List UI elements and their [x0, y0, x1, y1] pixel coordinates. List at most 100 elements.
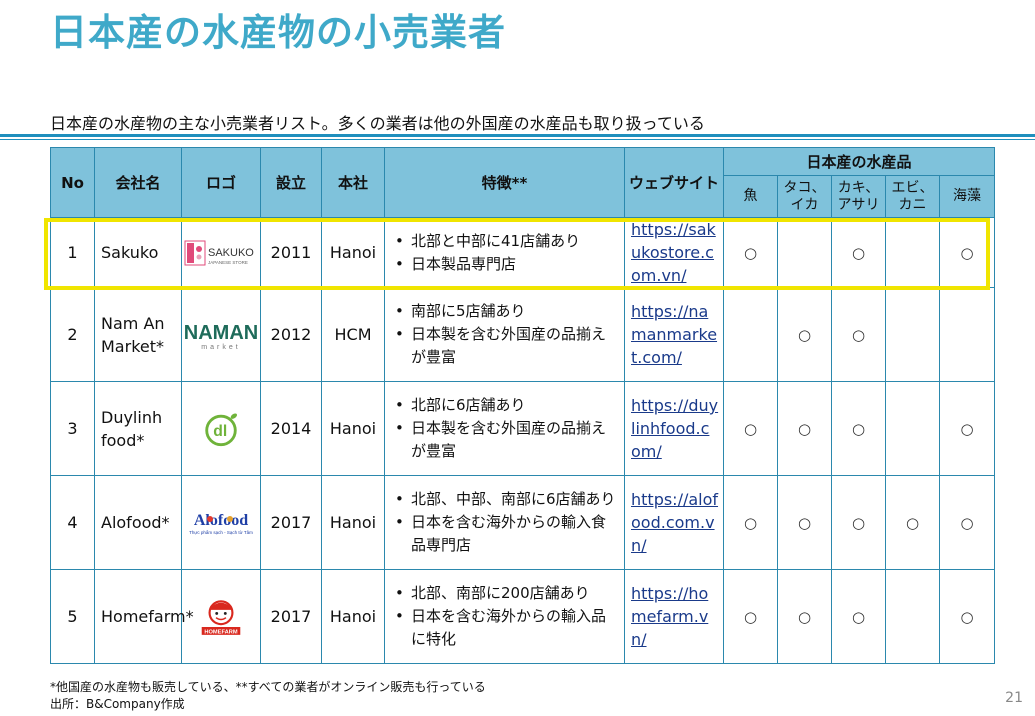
company-logo: SAKUKO JAPANESE STORE [181, 217, 261, 288]
mark-shrimp-crab [885, 217, 940, 288]
headquarters: Hanoi [321, 569, 385, 664]
divider-rule-thin [0, 139, 1035, 140]
svg-text:market: market [201, 344, 240, 351]
company-name: Homefarm* [94, 569, 194, 664]
header-company-name: 会社名 [94, 147, 182, 218]
feature-item: 日本製を含む外国産の品揃えが豊富 [391, 417, 618, 463]
mark-oyster-clam: ○ [831, 475, 886, 570]
svg-text:SAKUKO: SAKUKO [208, 247, 254, 259]
svg-text:NAMAN: NAMAN [184, 322, 258, 344]
svg-text:Thực phẩm sạch - Sạch từ Tâm: Thực phẩm sạch - Sạch từ Tâm [189, 529, 253, 535]
page-number: 21 [1005, 690, 1023, 706]
website-link[interactable]: https://alofood.com.vn/ [631, 490, 718, 555]
retailer-table: No 会社名 ロゴ 設立 本社 特徴** ウェブサイト 日本産の水産品 魚 タコ… [50, 147, 995, 664]
mark-seaweed: ○ [939, 475, 995, 570]
founded-year: 2014 [260, 381, 322, 476]
headquarters: Hanoi [321, 475, 385, 570]
company-name: Alofood* [94, 475, 182, 570]
duylinh-logo-icon: dl [205, 412, 238, 446]
mark-seaweed: ○ [939, 381, 995, 476]
header-shrimp-crab: エビ、カニ [885, 175, 940, 218]
mark-shrimp-crab [885, 569, 940, 664]
features: 南部に5店舗あり 日本製を含む外国産の品揃えが豊富 [384, 287, 625, 382]
header-octopus-squid: タコ、イカ [777, 175, 832, 218]
website-cell: https://homefarm.vn/ [624, 569, 724, 664]
svg-text:HOMEFARM: HOMEFARM [204, 629, 238, 635]
table-row: 2 Nam An Market* NAMAN market 2012 HCM 南… [50, 287, 995, 382]
mark-oyster-clam: ○ [831, 287, 886, 382]
table-row: 4 Alofood* Alofood Thực phẩm sạch - Sạch… [50, 475, 995, 570]
svg-text:dl: dl [213, 423, 227, 440]
mark-oyster-clam: ○ [831, 217, 886, 288]
website-cell: https://alofood.com.vn/ [624, 475, 724, 570]
headquarters: HCM [321, 287, 385, 382]
header-seaweed: 海藻 [939, 175, 995, 218]
website-link[interactable]: https://sakukostore.com.vn/ [631, 220, 716, 285]
mark-fish: ○ [723, 569, 778, 664]
row-number: 4 [50, 475, 95, 570]
mark-fish [723, 287, 778, 382]
header-founded: 設立 [260, 147, 322, 218]
feature-item: 北部と中部に41店舗あり [391, 230, 618, 253]
company-logo: Alofood Thực phẩm sạch - Sạch từ Tâm [181, 475, 261, 570]
header-logo: ロゴ [181, 147, 261, 218]
feature-item: 日本製を含む外国産の品揃えが豊富 [391, 323, 618, 369]
company-logo: HOMEFARM [181, 569, 261, 664]
headquarters: Hanoi [321, 381, 385, 476]
naman-logo-icon: NAMAN market [184, 322, 258, 351]
website-cell: https://sakukostore.com.vn/ [624, 217, 724, 288]
mark-octopus-squid: ○ [777, 287, 832, 382]
mark-octopus-squid [777, 217, 832, 288]
founded-year: 2011 [260, 217, 322, 288]
header-features: 特徴** [384, 147, 625, 218]
founded-year: 2012 [260, 287, 322, 382]
homefarm-logo-icon: HOMEFARM [201, 599, 241, 635]
feature-item: 日本を含む海外からの輸入品に特化 [391, 605, 618, 651]
mark-seaweed [939, 287, 995, 382]
mark-seaweed: ○ [939, 569, 995, 664]
company-name: Sakuko [94, 217, 182, 288]
table-row: 1 Sakuko SAKUKO JAPANESE STORE 2011 Hano… [50, 217, 995, 288]
company-name: Duylinh food* [94, 381, 182, 476]
mark-fish: ○ [723, 217, 778, 288]
mark-shrimp-crab [885, 381, 940, 476]
features: 北部に6店舗あり 日本製を含む外国産の品揃えが豊富 [384, 381, 625, 476]
mark-octopus-squid: ○ [777, 569, 832, 664]
website-cell: https://namanmarket.com/ [624, 287, 724, 382]
footnote: *他国産の水産物も販売している、**すべての業者がオンライン販売も行っている [50, 680, 486, 694]
mark-oyster-clam: ○ [831, 569, 886, 664]
features: 北部と中部に41店舗あり 日本製品専門店 [384, 217, 625, 288]
founded-year: 2017 [260, 475, 322, 570]
headquarters: Hanoi [321, 217, 385, 288]
feature-item: 日本を含む海外からの輸入食品専門店 [391, 511, 618, 557]
alofood-logo-icon: Alofood Thực phẩm sạch - Sạch từ Tâm [189, 512, 253, 535]
table-row: 5 Homefarm* HOMEFARM 2017 Hanoi 北部、南部に20… [50, 569, 995, 664]
header-no: No [50, 147, 95, 218]
table-row: 3 Duylinh food* dl 2014 Hanoi 北部に6店舗あり 日… [50, 381, 995, 476]
divider-rule-thick [0, 134, 1035, 137]
feature-item: 日本製品専門店 [391, 253, 618, 276]
feature-item: 北部、中部、南部に6店舗あり [391, 488, 618, 511]
website-link[interactable]: https://homefarm.vn/ [631, 584, 708, 649]
row-number: 3 [50, 381, 95, 476]
mark-fish: ○ [723, 475, 778, 570]
svg-text:JAPANESE STORE: JAPANESE STORE [208, 260, 248, 265]
feature-item: 北部、南部に200店舗あり [391, 582, 618, 605]
mark-shrimp-crab [885, 287, 940, 382]
header-headquarters: 本社 [321, 147, 385, 218]
website-link[interactable]: https://duylinhfood.com/ [631, 396, 718, 461]
features: 北部、中部、南部に6店舗あり 日本を含む海外からの輸入食品専門店 [384, 475, 625, 570]
source-note: 出所：B&Company作成 [50, 697, 185, 711]
mark-octopus-squid: ○ [777, 381, 832, 476]
features: 北部、南部に200店舗あり 日本を含む海外からの輸入品に特化 [384, 569, 625, 664]
company-name: Nam An Market* [94, 287, 182, 382]
founded-year: 2017 [260, 569, 322, 664]
mark-oyster-clam: ○ [831, 381, 886, 476]
mark-shrimp-crab: ○ [885, 475, 940, 570]
header-oyster-clam: カキ、アサリ [831, 175, 886, 218]
svg-text:Alofood: Alofood [194, 512, 248, 529]
mark-fish: ○ [723, 381, 778, 476]
website-link[interactable]: https://namanmarket.com/ [631, 302, 717, 367]
company-logo: dl [181, 381, 261, 476]
feature-item: 南部に5店舗あり [391, 300, 618, 323]
